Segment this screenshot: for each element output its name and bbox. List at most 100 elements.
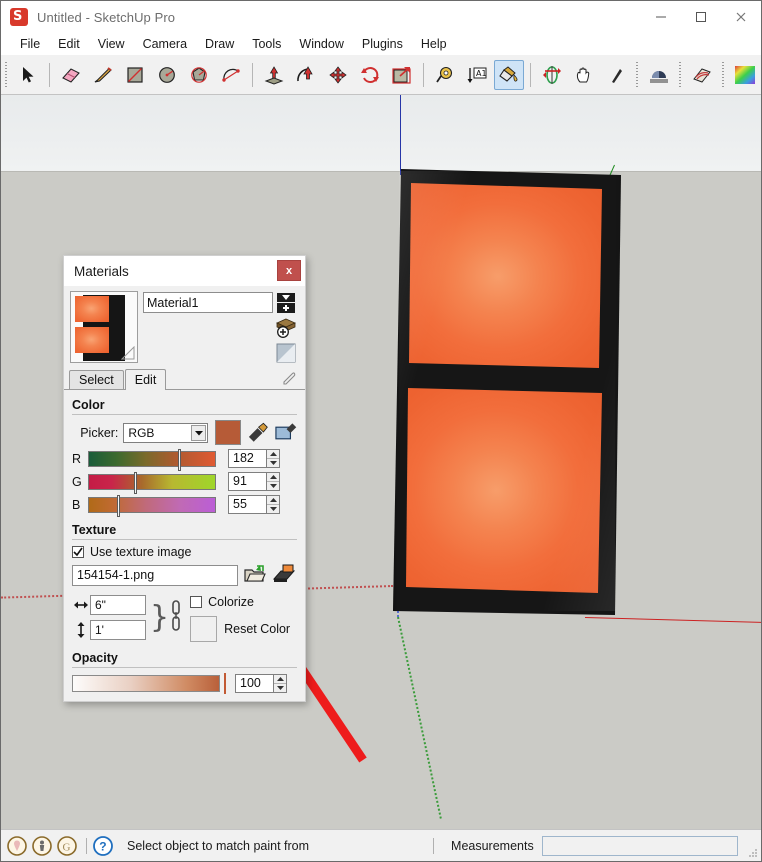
colorize-label: Colorize	[208, 595, 254, 609]
channel-g-increment[interactable]	[267, 473, 279, 482]
arc-tool[interactable]	[216, 60, 246, 90]
help-icon[interactable]: ?	[92, 835, 114, 857]
measurements-input[interactable]	[541, 835, 738, 856]
pan-tool[interactable]	[569, 60, 599, 90]
channel-b-slider[interactable]	[88, 494, 216, 517]
maximize-button[interactable]	[681, 1, 721, 33]
reset-color-row[interactable]: Reset Color	[190, 616, 290, 642]
toolbar-grip[interactable]	[720, 61, 727, 88]
text-tool[interactable]: A1	[462, 60, 492, 90]
zoom-tool[interactable]	[601, 60, 631, 90]
channel-r-increment[interactable]	[267, 450, 279, 459]
rotate-tool[interactable]	[355, 60, 385, 90]
chain-link-icon[interactable]	[170, 598, 184, 637]
window-frame-model[interactable]	[393, 167, 623, 617]
texture-file-name[interactable]: 154154-1.png	[72, 564, 238, 586]
eyedropper-icon[interactable]	[278, 369, 300, 389]
follow-me-tool[interactable]	[291, 60, 321, 90]
channel-g-value[interactable]: 91	[228, 472, 266, 491]
channel-g-thumb[interactable]	[134, 471, 137, 494]
add-to-model-button[interactable]	[275, 317, 297, 339]
tab-edit[interactable]: Edit	[124, 369, 167, 390]
channel-b-decrement[interactable]	[267, 504, 279, 513]
opacity-slider[interactable]	[72, 675, 220, 692]
geo-credits-icon[interactable]: G	[56, 835, 78, 857]
styles-tool[interactable]	[687, 60, 717, 90]
materials-dialog-titlebar[interactable]: Materials x	[64, 256, 305, 286]
close-button[interactable]	[721, 1, 761, 33]
move-tool[interactable]	[323, 60, 353, 90]
geo-location-icon[interactable]	[6, 835, 28, 857]
opacity-value[interactable]: 100	[235, 674, 273, 693]
resize-grip-icon[interactable]	[747, 847, 759, 859]
texture-height-row: 1'	[72, 620, 146, 640]
menu-edit[interactable]: Edit	[49, 35, 89, 53]
toolbar-grip[interactable]	[634, 61, 641, 88]
color-picker-select[interactable]: RGB	[123, 422, 209, 443]
select-tool[interactable]	[13, 60, 43, 90]
channel-g-row: G 91	[72, 471, 297, 494]
menu-tools[interactable]: Tools	[243, 35, 290, 53]
tape-measure-tool[interactable]	[430, 60, 460, 90]
channel-b-thumb[interactable]	[117, 494, 120, 517]
channel-r-thumb[interactable]	[178, 448, 181, 471]
eraser-tool[interactable]	[56, 60, 86, 90]
circle-tool[interactable]	[152, 60, 182, 90]
menu-file[interactable]: File	[11, 35, 49, 53]
use-texture-checkbox[interactable]	[72, 546, 84, 558]
channel-r-slider[interactable]	[88, 448, 216, 471]
materials-close-button[interactable]: x	[277, 260, 301, 281]
minimize-button[interactable]	[641, 1, 681, 33]
toolbar-grip[interactable]	[3, 61, 10, 88]
toolbar-grip[interactable]	[677, 61, 684, 88]
edit-texture-image-icon[interactable]	[272, 563, 296, 587]
line-tool[interactable]	[88, 60, 118, 90]
channel-r-value[interactable]: 182	[228, 449, 266, 468]
texture-height-input[interactable]: 1'	[90, 620, 146, 640]
channel-g-decrement[interactable]	[267, 481, 279, 490]
menu-draw[interactable]: Draw	[196, 35, 243, 53]
texture-width-input[interactable]: 6"	[90, 595, 146, 615]
display-swatch-button[interactable]	[275, 342, 297, 364]
channel-r-spinner: 182	[228, 449, 280, 468]
reset-color-button[interactable]	[190, 616, 218, 642]
channel-b-increment[interactable]	[267, 496, 279, 505]
svg-text:?: ?	[99, 839, 106, 853]
materials-tool[interactable]	[730, 60, 760, 90]
resize-corner-icon	[121, 346, 135, 360]
current-color-swatch[interactable]	[215, 420, 241, 445]
menu-camera[interactable]: Camera	[134, 35, 196, 53]
geo-person-icon[interactable]	[31, 835, 53, 857]
colorize-row[interactable]: Colorize	[190, 595, 290, 609]
menu-help[interactable]: Help	[412, 35, 456, 53]
opacity-increment[interactable]	[274, 675, 286, 684]
channel-g-slider[interactable]	[88, 471, 216, 494]
texture-dimensions-row: 6" 1' } Colorize Reset Color	[72, 593, 297, 642]
match-object-color-icon[interactable]	[246, 421, 269, 445]
tab-select[interactable]: Select	[69, 370, 124, 389]
paint-bucket-tool[interactable]	[494, 59, 524, 90]
rectangle-tool[interactable]	[120, 60, 150, 90]
opacity-decrement[interactable]	[274, 683, 286, 692]
texture-file-row: 154154-1.png	[72, 563, 297, 587]
menu-window[interactable]: Window	[290, 35, 352, 53]
create-material-button[interactable]	[275, 292, 297, 314]
push-pull-tool[interactable]	[259, 60, 289, 90]
opacity-slider-thumb[interactable]	[224, 673, 226, 694]
modeling-viewport[interactable]: Materials x Material1 Select Edit Color …	[1, 95, 761, 829]
scale-tool[interactable]	[387, 60, 417, 90]
match-screen-color-icon[interactable]	[274, 421, 297, 445]
channel-r-decrement[interactable]	[267, 458, 279, 467]
menu-plugins[interactable]: Plugins	[353, 35, 412, 53]
polygon-tool[interactable]	[184, 60, 214, 90]
material-name-input[interactable]	[143, 292, 273, 313]
browse-folder-icon[interactable]	[243, 563, 267, 587]
channel-b-value[interactable]: 55	[228, 495, 266, 514]
use-texture-row[interactable]: Use texture image	[72, 545, 297, 559]
orbit-tool[interactable]	[537, 60, 567, 90]
material-preview-thumbnail[interactable]	[70, 291, 138, 363]
shadows-tool[interactable]	[644, 60, 674, 90]
menu-view[interactable]: View	[89, 35, 134, 53]
opacity-section-rule	[72, 667, 297, 668]
colorize-checkbox[interactable]	[190, 596, 203, 608]
